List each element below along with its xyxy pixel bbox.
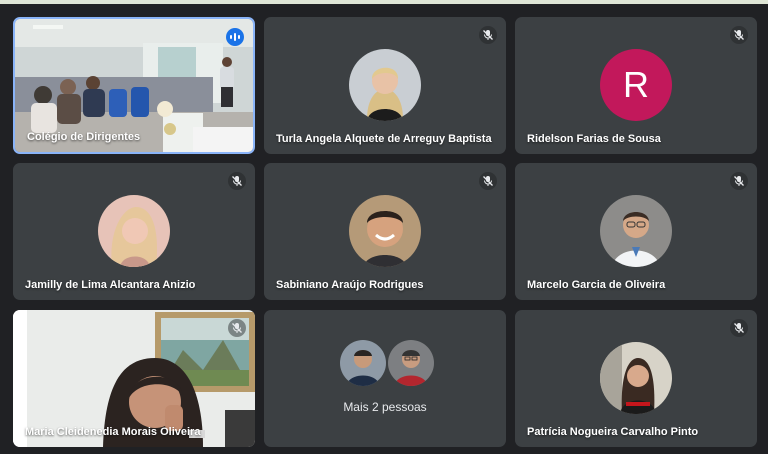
participant-name: Maria Cleidenedia Morais Oliveira [25, 426, 201, 438]
participant-tile-jamilly[interactable]: Jamilly de Lima Alcantara Anizio [13, 163, 255, 300]
avatar [600, 342, 672, 414]
mic-off-icon [730, 172, 748, 190]
avatar [386, 338, 436, 388]
avatar [338, 338, 388, 388]
participant-tile-marcelo[interactable]: Marcelo Garcia de Oliveira [515, 163, 757, 300]
participant-tile-maria[interactable]: Maria Cleidenedia Morais Oliveira [13, 310, 255, 447]
mic-off-icon [730, 26, 748, 44]
participant-name: Patrícia Nogueira Carvalho Pinto [527, 426, 699, 438]
avatar [349, 49, 421, 121]
mic-off-icon [479, 26, 497, 44]
mic-off-icon [228, 172, 246, 190]
participant-name: Turla Angela Alquete de Arreguy Baptista [276, 133, 492, 145]
participant-name: Ridelson Farias de Sousa [527, 133, 661, 145]
participant-tile-colegio[interactable]: Colégio de Dirigentes [13, 17, 255, 154]
top-strip [0, 0, 768, 4]
participant-name: Marcelo Garcia de Oliveira [527, 279, 666, 291]
avatar-initial: R [600, 49, 672, 121]
more-participants-tile[interactable]: Mais 2 pessoas [264, 310, 506, 447]
participant-name: Jamilly de Lima Alcantara Anizio [25, 279, 196, 291]
participant-tile-turla[interactable]: Turla Angela Alquete de Arreguy Baptista [264, 17, 506, 154]
mic-off-icon [730, 319, 748, 337]
participant-tile-patricia[interactable]: Patrícia Nogueira Carvalho Pinto [515, 310, 757, 447]
avatar [98, 195, 170, 267]
mic-off-icon [479, 172, 497, 190]
participant-tile-sabiniano[interactable]: Sabiniano Araújo Rodrigues [264, 163, 506, 300]
avatar [349, 195, 421, 267]
participant-tile-ridelson[interactable]: R Ridelson Farias de Sousa [515, 17, 757, 154]
more-participants-label: Mais 2 pessoas [343, 400, 427, 414]
audio-level-icon [226, 28, 244, 46]
participant-name: Colégio de Dirigentes [27, 131, 141, 143]
participant-name: Sabiniano Araújo Rodrigues [276, 279, 424, 291]
mic-off-icon [228, 319, 246, 337]
avatar [600, 195, 672, 267]
